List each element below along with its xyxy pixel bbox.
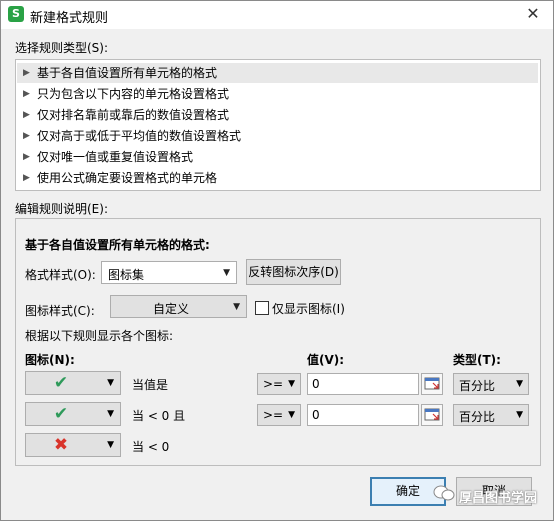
- checkmark-icon: ✔: [53, 373, 69, 393]
- icon-select-1[interactable]: ✔ ▼: [25, 371, 121, 395]
- show-icon-only-label: 仅显示图标(I): [272, 302, 345, 316]
- cell-picker-icon[interactable]: [421, 373, 443, 395]
- chevron-down-icon: ▼: [107, 440, 114, 450]
- title-bar: S 新建格式规则 ✕: [1, 1, 553, 29]
- rule-type-item[interactable]: ▶ 仅对排名靠前或靠后的数值设置格式: [17, 105, 538, 125]
- chevron-down-icon: ▼: [288, 410, 295, 420]
- edit-rule-label: 编辑规则说明(E):: [15, 202, 108, 216]
- chevron-down-icon: ▼: [233, 302, 240, 312]
- rule-type-list: ▶ 基于各自值设置所有单元格的格式 ▶ 只为包含以下内容的单元格设置格式 ▶ 仅…: [15, 59, 541, 191]
- cross-icon: ✖: [53, 435, 69, 455]
- rule-type-item[interactable]: ▶ 使用公式确定要设置格式的单元格: [17, 168, 538, 188]
- rule-type-item[interactable]: ▶ 只为包含以下内容的单元格设置格式: [17, 84, 538, 104]
- expand-arrow-icon: ▶: [23, 68, 30, 78]
- rule-type-item[interactable]: ▶ 仅对高于或低于平均值的数值设置格式: [17, 126, 538, 146]
- show-icon-only-checkbox[interactable]: [255, 301, 269, 315]
- operator-select-1[interactable]: >= ▼: [257, 373, 301, 395]
- new-format-rule-dialog: S 新建格式规则 ✕ 选择规则类型(S): ▶ 基于各自值设置所有单元格的格式 …: [0, 0, 554, 521]
- icon-select-3[interactable]: ✖ ▼: [25, 433, 121, 457]
- dialog-title: 新建格式规则: [30, 11, 109, 26]
- cell-picker-icon[interactable]: [421, 404, 443, 426]
- rule-type-label: 选择规则类型(S):: [15, 41, 109, 55]
- format-style-label: 格式样式(O):: [25, 268, 96, 282]
- expand-arrow-icon: ▶: [23, 131, 30, 141]
- chevron-down-icon: ▼: [516, 410, 523, 420]
- chevron-down-icon: ▼: [107, 378, 114, 388]
- expand-arrow-icon: ▶: [23, 152, 30, 162]
- expand-arrow-icon: ▶: [23, 110, 30, 120]
- icon-column-header: 图标(N):: [25, 353, 75, 367]
- rule-heading: 基于各自值设置所有单元格的格式:: [25, 238, 210, 252]
- reverse-icon-order-button[interactable]: 反转图标次序(D): [246, 259, 341, 285]
- chevron-down-icon: ▼: [107, 409, 114, 419]
- chevron-down-icon: ▼: [223, 268, 230, 278]
- rules-caption: 根据以下规则显示各个图标:: [25, 329, 174, 343]
- value-input-2[interactable]: 0: [307, 404, 419, 426]
- value-column-header: 值(V):: [307, 353, 345, 367]
- format-style-select[interactable]: 图标集 ▼: [101, 261, 237, 284]
- expand-arrow-icon: ▶: [23, 173, 30, 183]
- icon-style-select[interactable]: 自定义 ▼: [110, 295, 247, 318]
- operator-select-2[interactable]: >= ▼: [257, 404, 301, 426]
- expand-arrow-icon: ▶: [23, 89, 30, 99]
- chevron-down-icon: ▼: [288, 379, 295, 389]
- watermark-logo: [433, 485, 455, 501]
- icon-style-label: 图标样式(C):: [25, 304, 95, 318]
- type-column-header: 类型(T):: [453, 353, 501, 367]
- condition-label-2: 当 < 0 且: [132, 409, 186, 423]
- icon-select-2[interactable]: ✔ ▼: [25, 402, 121, 426]
- condition-label-1: 当值是: [132, 378, 169, 392]
- rule-description-panel: 基于各自值设置所有单元格的格式: 格式样式(O): 图标集 ▼ 反转图标次序(D…: [15, 218, 541, 466]
- type-select-2[interactable]: 百分比 ▼: [453, 404, 529, 426]
- app-icon: S: [8, 6, 24, 22]
- close-icon[interactable]: ✕: [521, 3, 545, 25]
- value-input-1[interactable]: 0: [307, 373, 419, 395]
- chevron-down-icon: ▼: [516, 379, 523, 389]
- watermark-text: 厚昌图书学园: [459, 491, 538, 506]
- rule-type-item[interactable]: ▶ 基于各自值设置所有单元格的格式: [17, 63, 538, 83]
- checkmark-icon: ✔: [53, 404, 69, 424]
- condition-label-3: 当 < 0: [132, 440, 170, 454]
- rule-type-item[interactable]: ▶ 仅对唯一值或重复值设置格式: [17, 147, 538, 167]
- type-select-1[interactable]: 百分比 ▼: [453, 373, 529, 395]
